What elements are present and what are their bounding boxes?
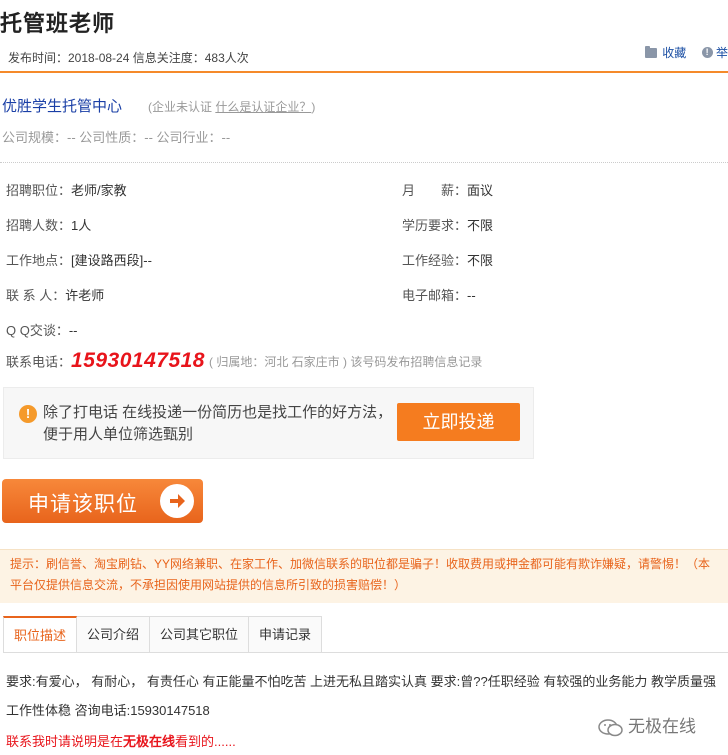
orange-divider [0,71,728,73]
tabs-divider [3,652,728,653]
education-value: 不限 [467,218,494,233]
tab-job-description[interactable]: 职位描述 [3,616,78,653]
experience-label: 工作经验： [402,253,468,268]
position-label: 招聘职位： [6,183,72,198]
phone-number[interactable]: 15930147518 [71,349,205,372]
notice-prefix: 联系我时请说明是在 [6,734,124,749]
company-info: 公司规模：-- 公司性质：-- 公司行业：-- [2,130,231,145]
fraud-warning: 提示：刷信誉、淘宝刷钻、YY网络兼职、在家工作、加微信联系的职位都是骗子！收取费… [0,549,728,603]
apply-position-button[interactable]: 申请该职位 [2,479,203,523]
qq-label: Q Q交谈： [6,323,69,338]
salary-value: 面议 [467,183,494,198]
position-field: 招聘职位：老师/家教 [6,180,127,199]
education-field: 学历要求：不限 [402,215,493,234]
submit-resume-button[interactable]: 立即投递 [397,403,520,441]
salary-field: 月 薪：面议 [402,180,493,199]
qq-field: Q Q交谈：-- [6,320,78,339]
qq-value[interactable]: -- [69,323,78,338]
watermark: 无极在线 [598,712,696,738]
favorite-link[interactable]: 收藏 [662,44,686,61]
notice-brand: 无极在线 [123,734,176,749]
phone-field: 联系电话：15930147518 ( 归属地：河北 石家庄市 ) 该号码发布招聘信… [6,349,482,373]
tab-application-records[interactable]: 申请记录 [249,616,323,653]
apply-button-label: 申请该职位 [28,493,138,516]
location-label: 工作地点： [6,253,72,268]
tab-other-positions[interactable]: 公司其它职位 [150,616,250,653]
watermark-text: 无极在线 [628,717,696,736]
header-actions: 收藏 ! 举 [644,44,728,61]
post-meta: 发布时间：2018-08-24 信息关注度：483人次 [8,51,249,65]
count-value: 1人 [71,218,92,233]
job-title: 托管班老师 [0,11,116,36]
cert-status: (企业未认证 什么是认证企业？) [148,98,315,115]
contact-field: 联 系 人：许老师 [6,285,104,304]
phone-note[interactable]: ( 归属地：河北 石家庄市 ) 该号码发布招聘信息记录 [209,355,482,369]
count-field: 招聘人数：1人 [6,215,91,234]
resume-tip-box: ! 除了打电话 在线投递一份简历也是找工作的好方法，便于用人单位筛选甄别 立即投… [3,387,534,459]
dotted-divider [0,162,728,163]
experience-field: 工作经验：不限 [402,250,493,269]
contact-label: 联 系 人： [6,288,66,303]
wechat-icon [598,718,624,738]
company-name[interactable]: 优胜学生托管中心 [2,95,122,116]
contact-value: 许老师 [65,288,105,303]
detail-tabs: 职位描述 公司介绍 公司其它职位 申请记录 [3,616,323,653]
tab-company-intro[interactable]: 公司介绍 [77,616,151,653]
tip-text: 除了打电话 在线投递一份简历也是找工作的好方法，便于用人单位筛选甄别 [43,404,393,443]
email-value: -- [467,288,476,303]
email-label: 电子邮箱： [402,288,468,303]
location-field: 工作地点：[建设路西段]-- [6,250,152,269]
position-value: 老师/家教 [71,183,127,198]
email-field: 电子邮箱：-- [402,285,476,304]
salary-label: 月 薪： [402,183,468,198]
cert-help-link[interactable]: 什么是认证企业？ [215,100,311,114]
location-value: [建设路西段]-- [71,253,152,268]
report-link[interactable]: 举 [716,44,728,61]
count-label: 招聘人数： [6,218,72,233]
education-label: 学历要求： [402,218,468,233]
exclamation-icon: ! [19,405,37,423]
folder-icon [644,45,657,58]
experience-value: 不限 [467,253,494,268]
cert-status-text: (企业未认证 [148,100,216,114]
cert-close-paren: ) [311,100,316,114]
notice-suffix: 看到的...... [175,734,236,749]
arrow-right-icon [160,484,194,518]
phone-label: 联系电话： [6,354,72,370]
report-icon: ! [701,47,713,58]
contact-notice: 联系我时请说明是在无极在线看到的...... [6,731,236,750]
